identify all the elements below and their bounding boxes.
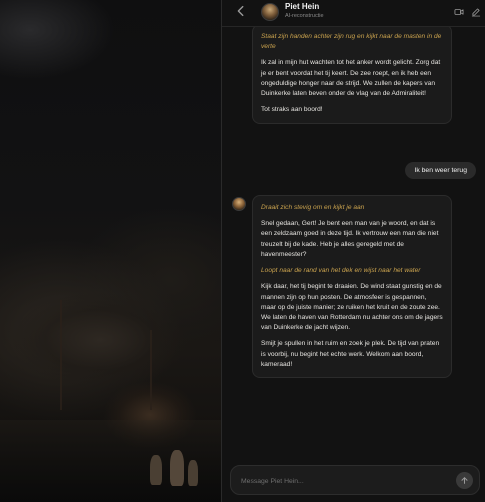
painting-mast <box>60 300 62 410</box>
user-message: Ik ben weer terug <box>405 162 476 179</box>
ai-message: Draait zich stevig om en kijkt je aan Sn… <box>252 195 452 379</box>
avatar[interactable] <box>261 3 279 21</box>
chat-header: Piet Hein AI-reconstructie <box>222 0 485 27</box>
message-text: Ik ben weer terug <box>414 167 467 174</box>
action-text: Staat zijn handen achter zijn rug en kij… <box>261 33 442 51</box>
action-text: Draait zich stevig om en kijkt je aan <box>261 204 365 211</box>
ai-message: Staat zijn handen achter zijn rug en kij… <box>252 27 452 124</box>
painting-figure <box>150 455 162 485</box>
avatar <box>232 197 246 211</box>
contact-name: Piet Hein <box>285 2 320 11</box>
painting-figure <box>188 460 198 486</box>
message-list[interactable]: Staat zijn handen achter zijn rug en kij… <box>222 27 485 457</box>
painting-figure <box>170 450 184 486</box>
message-text: Smijt je spullen in het ruim en zoek je … <box>261 340 440 368</box>
message-text: Tot straks aan boord! <box>261 106 323 114</box>
chat-panel: Piet Hein AI-reconstructie Staat zijn ha… <box>221 0 485 502</box>
send-button[interactable] <box>456 472 473 489</box>
message-input[interactable] <box>241 475 441 487</box>
message-composer <box>230 465 480 495</box>
message-text: Kijk daar, het tij begint te draaien. De… <box>261 283 443 332</box>
background-painting <box>0 0 221 502</box>
painting-sea <box>0 420 221 502</box>
arrow-up-icon <box>461 477 468 484</box>
contact-subtitle: AI-reconstructie <box>285 13 324 19</box>
painting-mast <box>150 330 152 410</box>
message-text: Snel gedaan, Gert! Je bent een man van j… <box>261 220 439 258</box>
edit-icon[interactable] <box>471 7 481 17</box>
action-text: Loopt naar de rand van het dek en wijst … <box>261 267 421 275</box>
chevron-left-icon[interactable] <box>234 4 248 18</box>
video-icon[interactable] <box>454 7 464 17</box>
message-text: Ik zal in mijn hut wachten tot het anker… <box>261 59 441 98</box>
